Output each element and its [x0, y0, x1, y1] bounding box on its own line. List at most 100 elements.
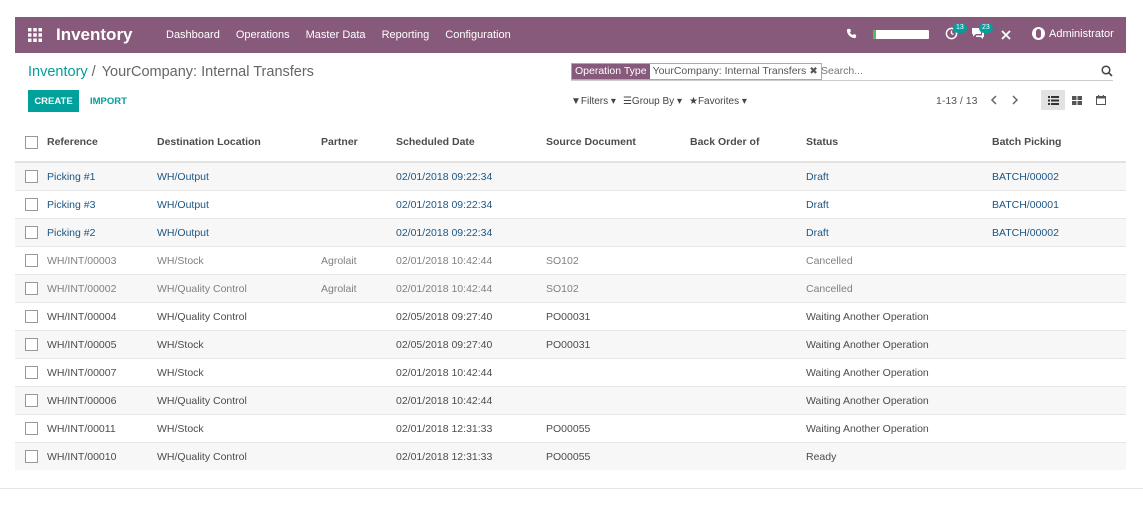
breadcrumb-current: YourCompany: Internal Transfers [101, 64, 314, 80]
group-by-dropdown[interactable]: ☰Group By ▾ [623, 96, 682, 107]
cell-back-order [690, 358, 806, 387]
table-row[interactable]: WH/INT/00003 WH/Stock Agrolait 02/01/2018 1… [15, 246, 1126, 275]
column-destination-location[interactable]: Destination Location [157, 123, 321, 163]
debug-tools-icon[interactable] [1000, 29, 1012, 41]
cell-destination: WH/Quality Control [157, 302, 321, 331]
app-title[interactable]: Inventory [56, 25, 133, 45]
row-checkbox[interactable] [15, 442, 47, 470]
row-checkbox[interactable] [15, 218, 47, 247]
kanban-view-button[interactable] [1065, 90, 1089, 110]
activity-menu[interactable]: 13 [945, 23, 967, 43]
bars-icon: ☰ [622, 96, 632, 107]
view-switcher [1041, 90, 1113, 110]
column-back-order-of[interactable]: Back Order of [690, 123, 806, 163]
table-row[interactable]: WH/INT/00002 WH/Quality Control Agrolait 02… [15, 274, 1126, 303]
checkbox-icon [24, 226, 38, 239]
cell-status: Waiting Another Operation [806, 358, 992, 387]
row-checkbox[interactable] [15, 161, 47, 191]
table-row[interactable]: Picking #3 WH/Output 02/01/2018 09:22:34 Dr… [15, 190, 1126, 219]
select-all-checkbox[interactable] [15, 123, 47, 163]
table-row[interactable]: Picking #1 WH/Output 02/01/2018 09:22:34 Dr… [15, 161, 1126, 191]
cell-batch-picking [992, 274, 1126, 303]
apps-grid-icon[interactable] [28, 28, 42, 42]
favorites-label: Favorites [697, 96, 740, 107]
pager-value[interactable]: 1-13 / 13 [936, 95, 977, 107]
cell-source-document [546, 190, 690, 219]
cell-reference: WH/INT/00004 [47, 302, 157, 331]
facet-remove-icon[interactable]: ✖ [809, 64, 820, 79]
pager-next-icon[interactable] [1010, 94, 1020, 106]
pager-previous-icon[interactable] [989, 94, 999, 106]
cell-batch-picking: BATCH/00002 [992, 218, 1126, 247]
row-checkbox[interactable] [15, 302, 47, 331]
calendar-view-button[interactable] [1089, 90, 1113, 110]
row-checkbox[interactable] [15, 358, 47, 387]
cell-batch-picking [992, 302, 1126, 331]
column-reference[interactable]: Reference [47, 123, 157, 163]
column-status[interactable]: Status [806, 123, 992, 163]
cell-destination: WH/Stock [157, 330, 321, 359]
import-button[interactable]: IMPORT [82, 90, 135, 112]
user-name: Administrator [1049, 27, 1114, 40]
checkbox-icon [24, 338, 38, 351]
phone-icon[interactable] [846, 28, 857, 39]
cell-batch-picking [992, 386, 1126, 415]
cell-partner [321, 218, 396, 247]
cell-back-order [690, 386, 806, 415]
user-menu[interactable]: Administrator [1032, 27, 1114, 40]
create-button[interactable]: CREATE [28, 90, 79, 112]
cell-partner [321, 386, 396, 415]
table-row[interactable]: WH/INT/00007 WH/Stock 02/01/2018 10:42:44 W… [15, 358, 1126, 387]
cell-status: Cancelled [806, 274, 992, 303]
row-checkbox[interactable] [15, 246, 47, 275]
menu-dashboard[interactable]: Dashboard [166, 29, 220, 41]
cell-scheduled-date: 02/01/2018 10:42:44 [396, 358, 546, 387]
cell-batch-picking: BATCH/00001 [992, 190, 1126, 219]
messaging-menu[interactable]: 23 [971, 23, 993, 43]
cell-status: Draft [806, 161, 992, 191]
search-facet: Operation Type YourCompany: Internal Tra… [571, 63, 822, 80]
favorites-dropdown[interactable]: ★Favorites ▾ [689, 96, 747, 107]
star-icon: ★ [688, 96, 698, 107]
checkbox-icon [24, 198, 38, 211]
cell-destination: WH/Output [157, 218, 321, 247]
search-input[interactable] [821, 63, 1091, 78]
checkbox-icon [24, 282, 38, 295]
menu-master-data[interactable]: Master Data [306, 29, 366, 41]
transfers-table: Reference Destination Location Partner S… [15, 123, 1126, 470]
cell-scheduled-date: 02/01/2018 10:42:44 [396, 386, 546, 415]
column-source-document[interactable]: Source Document [546, 123, 690, 163]
progress-bar [873, 30, 929, 39]
search-icon[interactable] [1101, 65, 1113, 77]
cell-source-document: PO00031 [546, 330, 690, 359]
table-row[interactable]: WH/INT/00011 WH/Stock 02/01/2018 12:31:33 P… [15, 414, 1126, 443]
column-partner[interactable]: Partner [321, 123, 396, 163]
cell-source-document: PO00055 [546, 442, 690, 470]
row-checkbox[interactable] [15, 274, 47, 303]
row-checkbox[interactable] [15, 330, 47, 359]
cell-destination: WH/Quality Control [157, 442, 321, 470]
table-row[interactable]: Picking #2 WH/Output 02/01/2018 09:22:34 Dr… [15, 218, 1126, 247]
cell-reference: Picking #3 [47, 190, 157, 219]
table-row[interactable]: WH/INT/00006 WH/Quality Control 02/01/2018… [15, 386, 1126, 415]
column-scheduled-date[interactable]: Scheduled Date [396, 123, 546, 163]
row-checkbox[interactable] [15, 414, 47, 443]
search-bar: Operation Type YourCompany: Internal Tra… [571, 63, 1113, 81]
menu-configuration[interactable]: Configuration [445, 29, 510, 41]
row-checkbox[interactable] [15, 386, 47, 415]
cell-source-document [546, 386, 690, 415]
cell-partner [321, 302, 396, 331]
row-checkbox[interactable] [15, 190, 47, 219]
breadcrumb-parent[interactable]: Inventory [28, 64, 88, 80]
cell-scheduled-date: 02/05/2018 09:27:40 [396, 302, 546, 331]
table-row[interactable]: WH/INT/00010 WH/Quality Control 02/01/2018… [15, 442, 1126, 470]
table-row[interactable]: WH/INT/00005 WH/Stock 02/05/2018 09:27:40 P… [15, 330, 1126, 359]
filters-dropdown[interactable]: ▼Filters ▾ [571, 96, 616, 107]
cell-destination: WH/Output [157, 190, 321, 219]
cell-back-order [690, 218, 806, 247]
list-view-button[interactable] [1041, 90, 1065, 110]
menu-reporting[interactable]: Reporting [382, 29, 430, 41]
menu-operations[interactable]: Operations [236, 29, 290, 41]
column-batch-picking[interactable]: Batch Picking [992, 123, 1126, 163]
table-row[interactable]: WH/INT/00004 WH/Quality Control 02/05/2018… [15, 302, 1126, 331]
